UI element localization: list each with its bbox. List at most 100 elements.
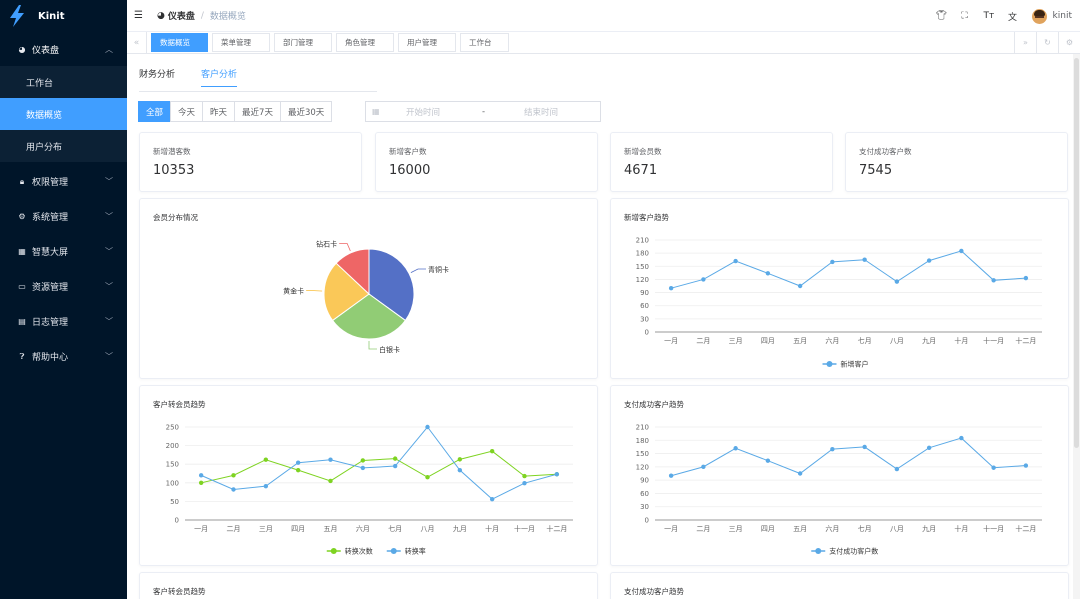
legend-marker (826, 361, 833, 367)
sidebar-group-logs[interactable]: ▤ 日志管理 ﹀ (0, 304, 127, 339)
filter-yesterday-button[interactable]: 昨天 (202, 101, 236, 122)
sidebar-group-label: 仪表盘 (32, 45, 60, 56)
stat-card-paid-customers: 支付成功客户数 7545 (845, 132, 1068, 192)
data-point (862, 257, 867, 262)
scrollbar-thumb[interactable] (1074, 58, 1079, 448)
data-point (894, 466, 900, 472)
pie-label-line (339, 243, 351, 252)
shirt-icon[interactable]: 👕︎ (936, 11, 947, 21)
y-tick-label: 0 (175, 517, 179, 525)
x-tick-label: 二月 (696, 337, 710, 345)
y-tick-label: 150 (166, 461, 179, 469)
chevron-down-icon: ﹀ (105, 212, 113, 221)
data-point (489, 496, 495, 502)
username[interactable]: kinit (1053, 11, 1072, 21)
stat-value: 7545 (859, 163, 893, 178)
x-tick-label: 五月 (793, 337, 807, 345)
filter-all-button[interactable]: 全部 (138, 101, 172, 122)
data-point (733, 258, 738, 264)
x-tick-label: 四月 (761, 337, 775, 345)
data-point (328, 478, 333, 484)
sidebar-group-help[interactable]: ❓︎ 帮助中心 ﹀ (0, 339, 127, 374)
x-tick-label: 一月 (194, 525, 208, 533)
y-tick-label: 210 (636, 237, 649, 245)
sidebar-item-data-overview[interactable]: 数据概览 (0, 98, 127, 130)
sidebar-group-resources[interactable]: ▭ 资源管理 ﹀ (0, 269, 127, 304)
pie-label: 钻石卡 (316, 240, 337, 249)
filter-last7-button[interactable]: 最近7天 (234, 101, 281, 122)
x-tick-label: 十二月 (1015, 336, 1036, 345)
sidebar-group-smart-screen[interactable]: ▦ 智慧大屏 ﹀ (0, 234, 127, 269)
x-tick-label: 五月 (793, 525, 807, 533)
logo[interactable]: Kinit (0, 0, 127, 32)
sidebar: Kinit ◕ 仪表盘 ︿ 工作台 数据概览 用户分布 🔒︎ 权限管理 ﹀ ⚙ … (0, 0, 127, 599)
tab-customer-analysis[interactable]: 客户分析 (201, 67, 238, 87)
avatar[interactable] (1031, 8, 1047, 24)
y-tick-label: 0 (645, 517, 649, 525)
y-tick-label: 30 (640, 315, 649, 323)
scroll-right-icon[interactable]: » (1014, 32, 1036, 54)
end-date-input[interactable]: 结束时间 (524, 106, 558, 118)
data-point (198, 473, 204, 478)
data-point (554, 472, 560, 477)
tab-finance-analysis[interactable]: 财务分析 (139, 67, 175, 87)
chart-card-conversion-trend-2: 客户转会员趋势 (139, 572, 598, 599)
x-tick-label: 十二月 (1015, 524, 1036, 533)
x-tick-label: 七月 (388, 524, 402, 533)
tag-menu-management[interactable]: 菜单管理 (212, 33, 270, 52)
x-tick-label: 十二月 (546, 524, 567, 533)
refresh-icon[interactable]: ↻ (1036, 32, 1058, 54)
chart-title: 支付成功客户趋势 (624, 400, 684, 409)
chart-title: 新增客户趋势 (624, 213, 669, 222)
y-tick-label: 250 (166, 424, 179, 432)
sidebar-item-workbench[interactable]: 工作台 (0, 66, 127, 98)
stat-card-new-members: 新增会员数 4671 (610, 132, 833, 192)
breadcrumb-item-dashboard[interactable]: 仪表盘 (168, 9, 195, 22)
x-tick-label: 四月 (291, 525, 305, 533)
chart-card-new-customer-trend: 0 30 60 90 120 150 180 210 一月 二月 三月 四月 五月 六月 七月 八月 九月 十月 十… (610, 198, 1069, 379)
tag-role-management[interactable]: 角色管理 (336, 33, 394, 52)
settings-icon[interactable]: ⚙ (1058, 32, 1080, 54)
data-point (765, 271, 771, 276)
chevron-down-icon: ﹀ (105, 317, 113, 326)
x-tick-label: 八月 (890, 525, 904, 533)
legend-label: 转换次数 (345, 547, 373, 556)
dashboard-icon: ◕ (157, 10, 165, 21)
tag-department-management[interactable]: 部门管理 (274, 33, 332, 52)
legend-label: 转换率 (405, 547, 426, 556)
tag-workbench[interactable]: 工作台 (460, 33, 509, 52)
data-point (701, 277, 706, 282)
stat-card-new-leads: 新增潜客数 10353 (139, 132, 362, 192)
data-point (862, 444, 867, 450)
collapse-menu-icon[interactable]: ☰ (134, 10, 144, 21)
chart-title: 客户转会员趋势 (153, 587, 206, 596)
data-point (830, 446, 835, 452)
tag-user-management[interactable]: 用户管理 (398, 33, 456, 52)
x-tick-label: 六月 (356, 524, 370, 533)
filter-today-button[interactable]: 今天 (170, 101, 204, 122)
tag-data-overview[interactable]: 数据概览 (151, 33, 208, 52)
filter-last30-button[interactable]: 最近30天 (279, 101, 333, 122)
data-point (328, 457, 333, 462)
conversion-line-chart: 0 50 100 150 200 250 一月 二月 三月 四月 五月 六月 七月 八月 九月 十月 十一月 十二… (166, 424, 573, 556)
y-tick-label: 90 (640, 289, 649, 297)
scroll-left-icon[interactable]: « (127, 31, 147, 54)
pie-label: 青铜卡 (428, 265, 449, 274)
sidebar-item-user-distribution[interactable]: 用户分布 (0, 130, 127, 162)
sidebar-group-label: 智慧大屏 (32, 248, 69, 258)
translate-icon[interactable]: 文 (1008, 10, 1018, 23)
start-date-input[interactable]: 开始时间 (406, 106, 440, 118)
x-tick-label: 十一月 (983, 336, 1004, 345)
stat-value: 16000 (389, 163, 431, 178)
legend-label: 新增客户 (841, 360, 869, 369)
sidebar-group-permissions[interactable]: 🔒︎ 权限管理 ﹀ (0, 164, 127, 199)
fullscreen-icon[interactable]: ⛶ (960, 11, 970, 21)
data-point (263, 483, 269, 489)
x-tick-label: 五月 (324, 525, 338, 533)
main-scrollbar[interactable] (1073, 54, 1080, 599)
date-filter-buttons: 全部 今天 昨天 最近7天 最近30天 (138, 101, 333, 122)
sidebar-group-system[interactable]: ⚙ 系统管理 ﹀ (0, 199, 127, 234)
sidebar-group-dashboard[interactable]: ◕ 仪表盘 ︿ (0, 32, 127, 66)
font-size-icon[interactable]: Tт (984, 11, 995, 21)
date-range-picker[interactable]: ▦ 开始时间 - 结束时间 (365, 101, 601, 122)
